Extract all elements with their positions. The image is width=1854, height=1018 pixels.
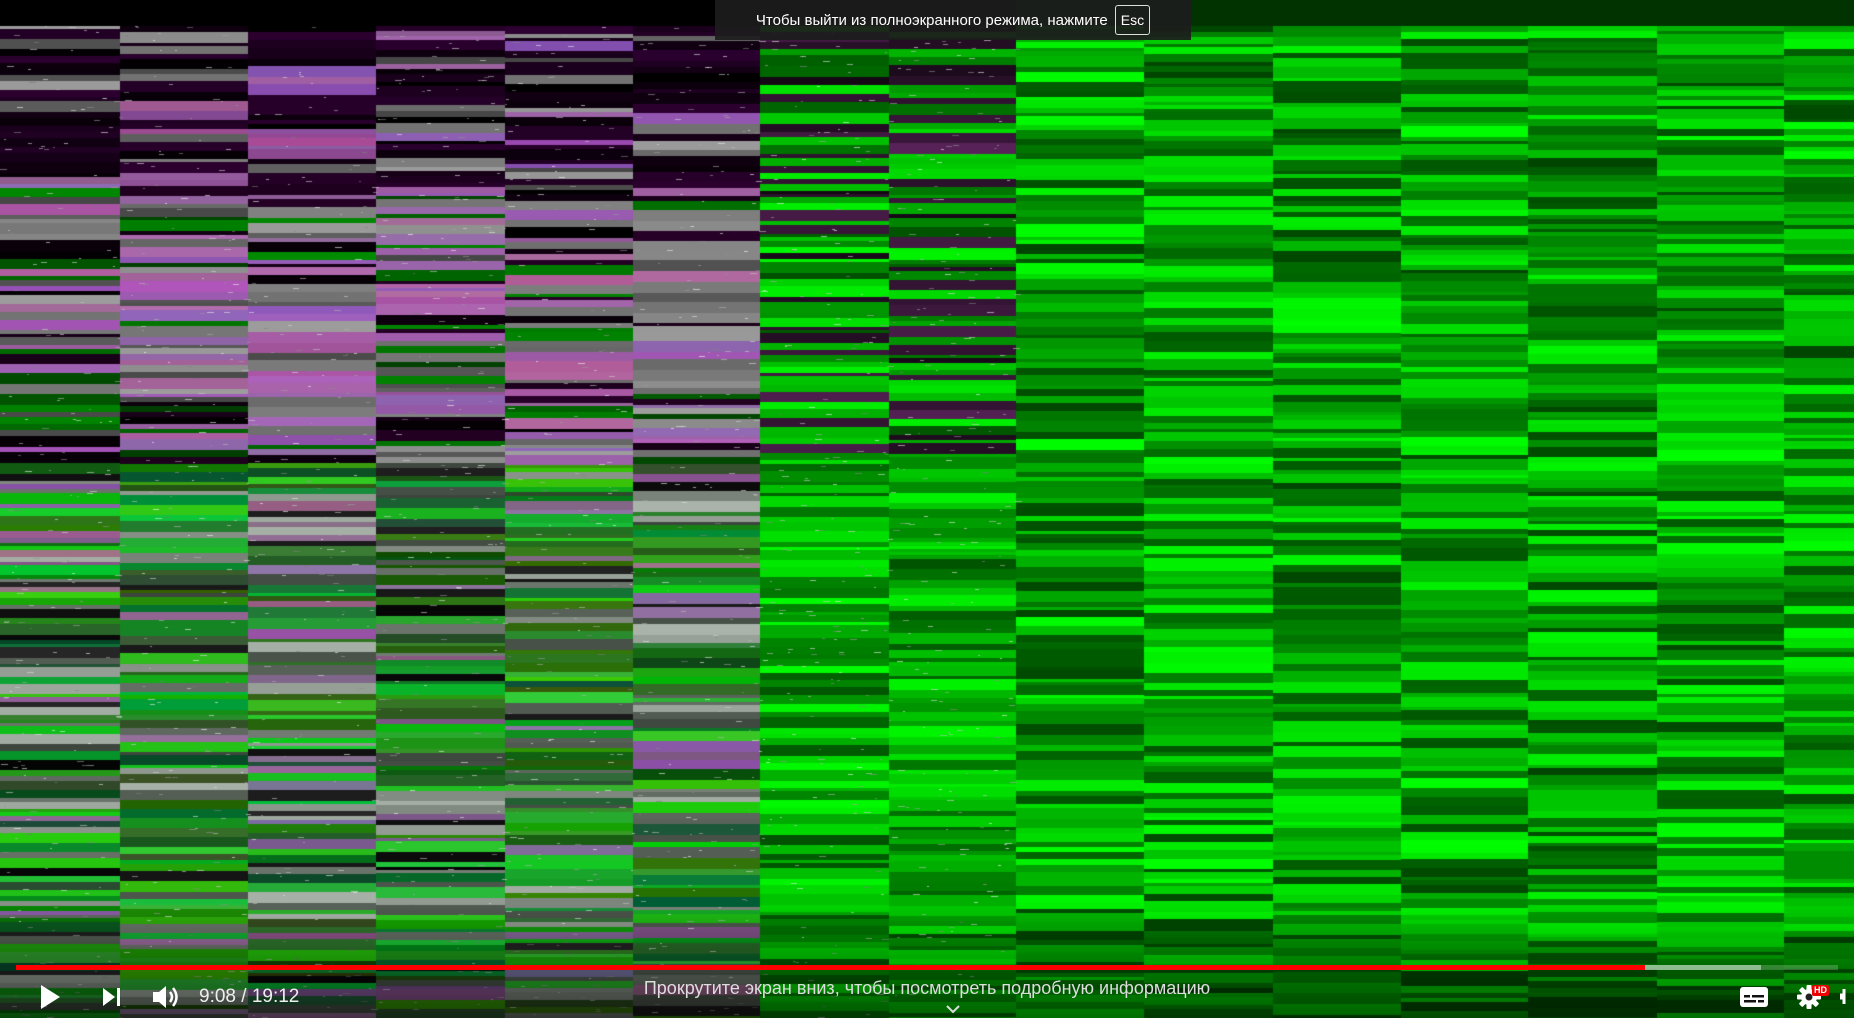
video-frame[interactable] — [0, 0, 1854, 1018]
video-player[interactable]: Чтобы выйти из полноэкранного режима, на… — [0, 0, 1854, 1018]
scroll-hint: Прокрутите экран вниз, чтобы посмотреть … — [643, 978, 1211, 998]
chevron-down-icon[interactable] — [945, 1003, 961, 1015]
progress-bar[interactable] — [16, 965, 1838, 970]
toast-message: Чтобы выйти из полноэкранного режима, на… — [755, 11, 1108, 29]
fullscreen-exit-toast: Чтобы выйти из полноэкранного режима, на… — [715, 0, 1191, 40]
progress-played — [16, 965, 1645, 970]
esc-key-badge: Esc — [1114, 5, 1151, 35]
